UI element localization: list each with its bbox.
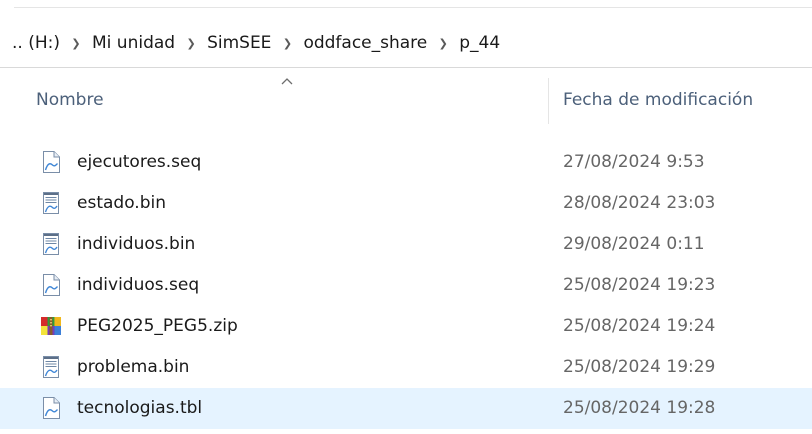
file-date-modified: 27/08/2024 9:53: [563, 152, 705, 172]
file-row[interactable]: problema.bin 25/08/2024 19:29: [0, 347, 812, 388]
divider: [14, 7, 812, 8]
breadcrumb-item-simsee[interactable]: SimSEE: [205, 33, 273, 53]
chevron-right-icon[interactable]: ❯: [273, 37, 301, 50]
file-name: estado.bin: [77, 193, 166, 213]
file-list: ejecutores.seq 27/08/2024 9:53 estado.bi…: [0, 142, 812, 429]
file-date-modified: 25/08/2024 19:29: [563, 357, 716, 377]
chevron-right-icon[interactable]: ❯: [177, 37, 205, 50]
file-name: individuos.seq: [77, 275, 200, 295]
breadcrumb-item-drive[interactable]: .. (H:): [10, 33, 62, 53]
sort-ascending-icon: [281, 78, 293, 85]
file-date-modified: 25/08/2024 19:23: [563, 275, 716, 295]
file-row[interactable]: individuos.bin 29/08/2024 0:11: [0, 224, 812, 265]
file-row-selected[interactable]: tecnologias.tbl 25/08/2024 19:28: [0, 388, 812, 429]
column-header-date-modified[interactable]: Fecha de modificación: [563, 90, 753, 110]
file-name: PEG2025_PEG5.zip: [77, 316, 238, 336]
file-name: individuos.bin: [77, 234, 196, 254]
breadcrumb-item-current-folder[interactable]: p_44: [457, 33, 502, 53]
file-date-modified: 28/08/2024 23:03: [563, 193, 716, 213]
file-name: ejecutores.seq: [77, 152, 202, 172]
file-row[interactable]: estado.bin 28/08/2024 23:03: [0, 183, 812, 224]
file-row[interactable]: PEG2025_PEG5.zip 25/08/2024 19:24: [0, 306, 812, 347]
chevron-right-icon[interactable]: ❯: [62, 37, 90, 50]
file-date-modified: 29/08/2024 0:11: [563, 234, 705, 254]
file-row[interactable]: individuos.seq 25/08/2024 19:23: [0, 265, 812, 306]
file-date-modified: 25/08/2024 19:28: [563, 398, 716, 418]
divider: [0, 67, 812, 68]
binary-file-icon: [43, 356, 59, 378]
column-resize-handle[interactable]: [548, 78, 549, 124]
binary-file-icon: [43, 233, 59, 255]
file-date-modified: 25/08/2024 19:24: [563, 316, 716, 336]
generic-file-icon: [43, 151, 60, 173]
breadcrumb-item-oddface-share[interactable]: oddface_share: [301, 33, 429, 53]
breadcrumb: .. (H:) ❯ Mi unidad ❯ SimSEE ❯ oddface_s…: [10, 28, 502, 58]
file-name: tecnologias.tbl: [77, 398, 203, 418]
zip-archive-icon: [41, 317, 61, 335]
binary-file-icon: [43, 192, 59, 214]
generic-file-icon: [43, 274, 60, 296]
generic-file-icon: [43, 397, 60, 419]
file-row[interactable]: ejecutores.seq 27/08/2024 9:53: [0, 142, 812, 183]
breadcrumb-item-mi-unidad[interactable]: Mi unidad: [90, 33, 177, 53]
file-name: problema.bin: [77, 357, 190, 377]
column-header-name[interactable]: Nombre: [36, 90, 104, 110]
chevron-right-icon[interactable]: ❯: [429, 37, 457, 50]
